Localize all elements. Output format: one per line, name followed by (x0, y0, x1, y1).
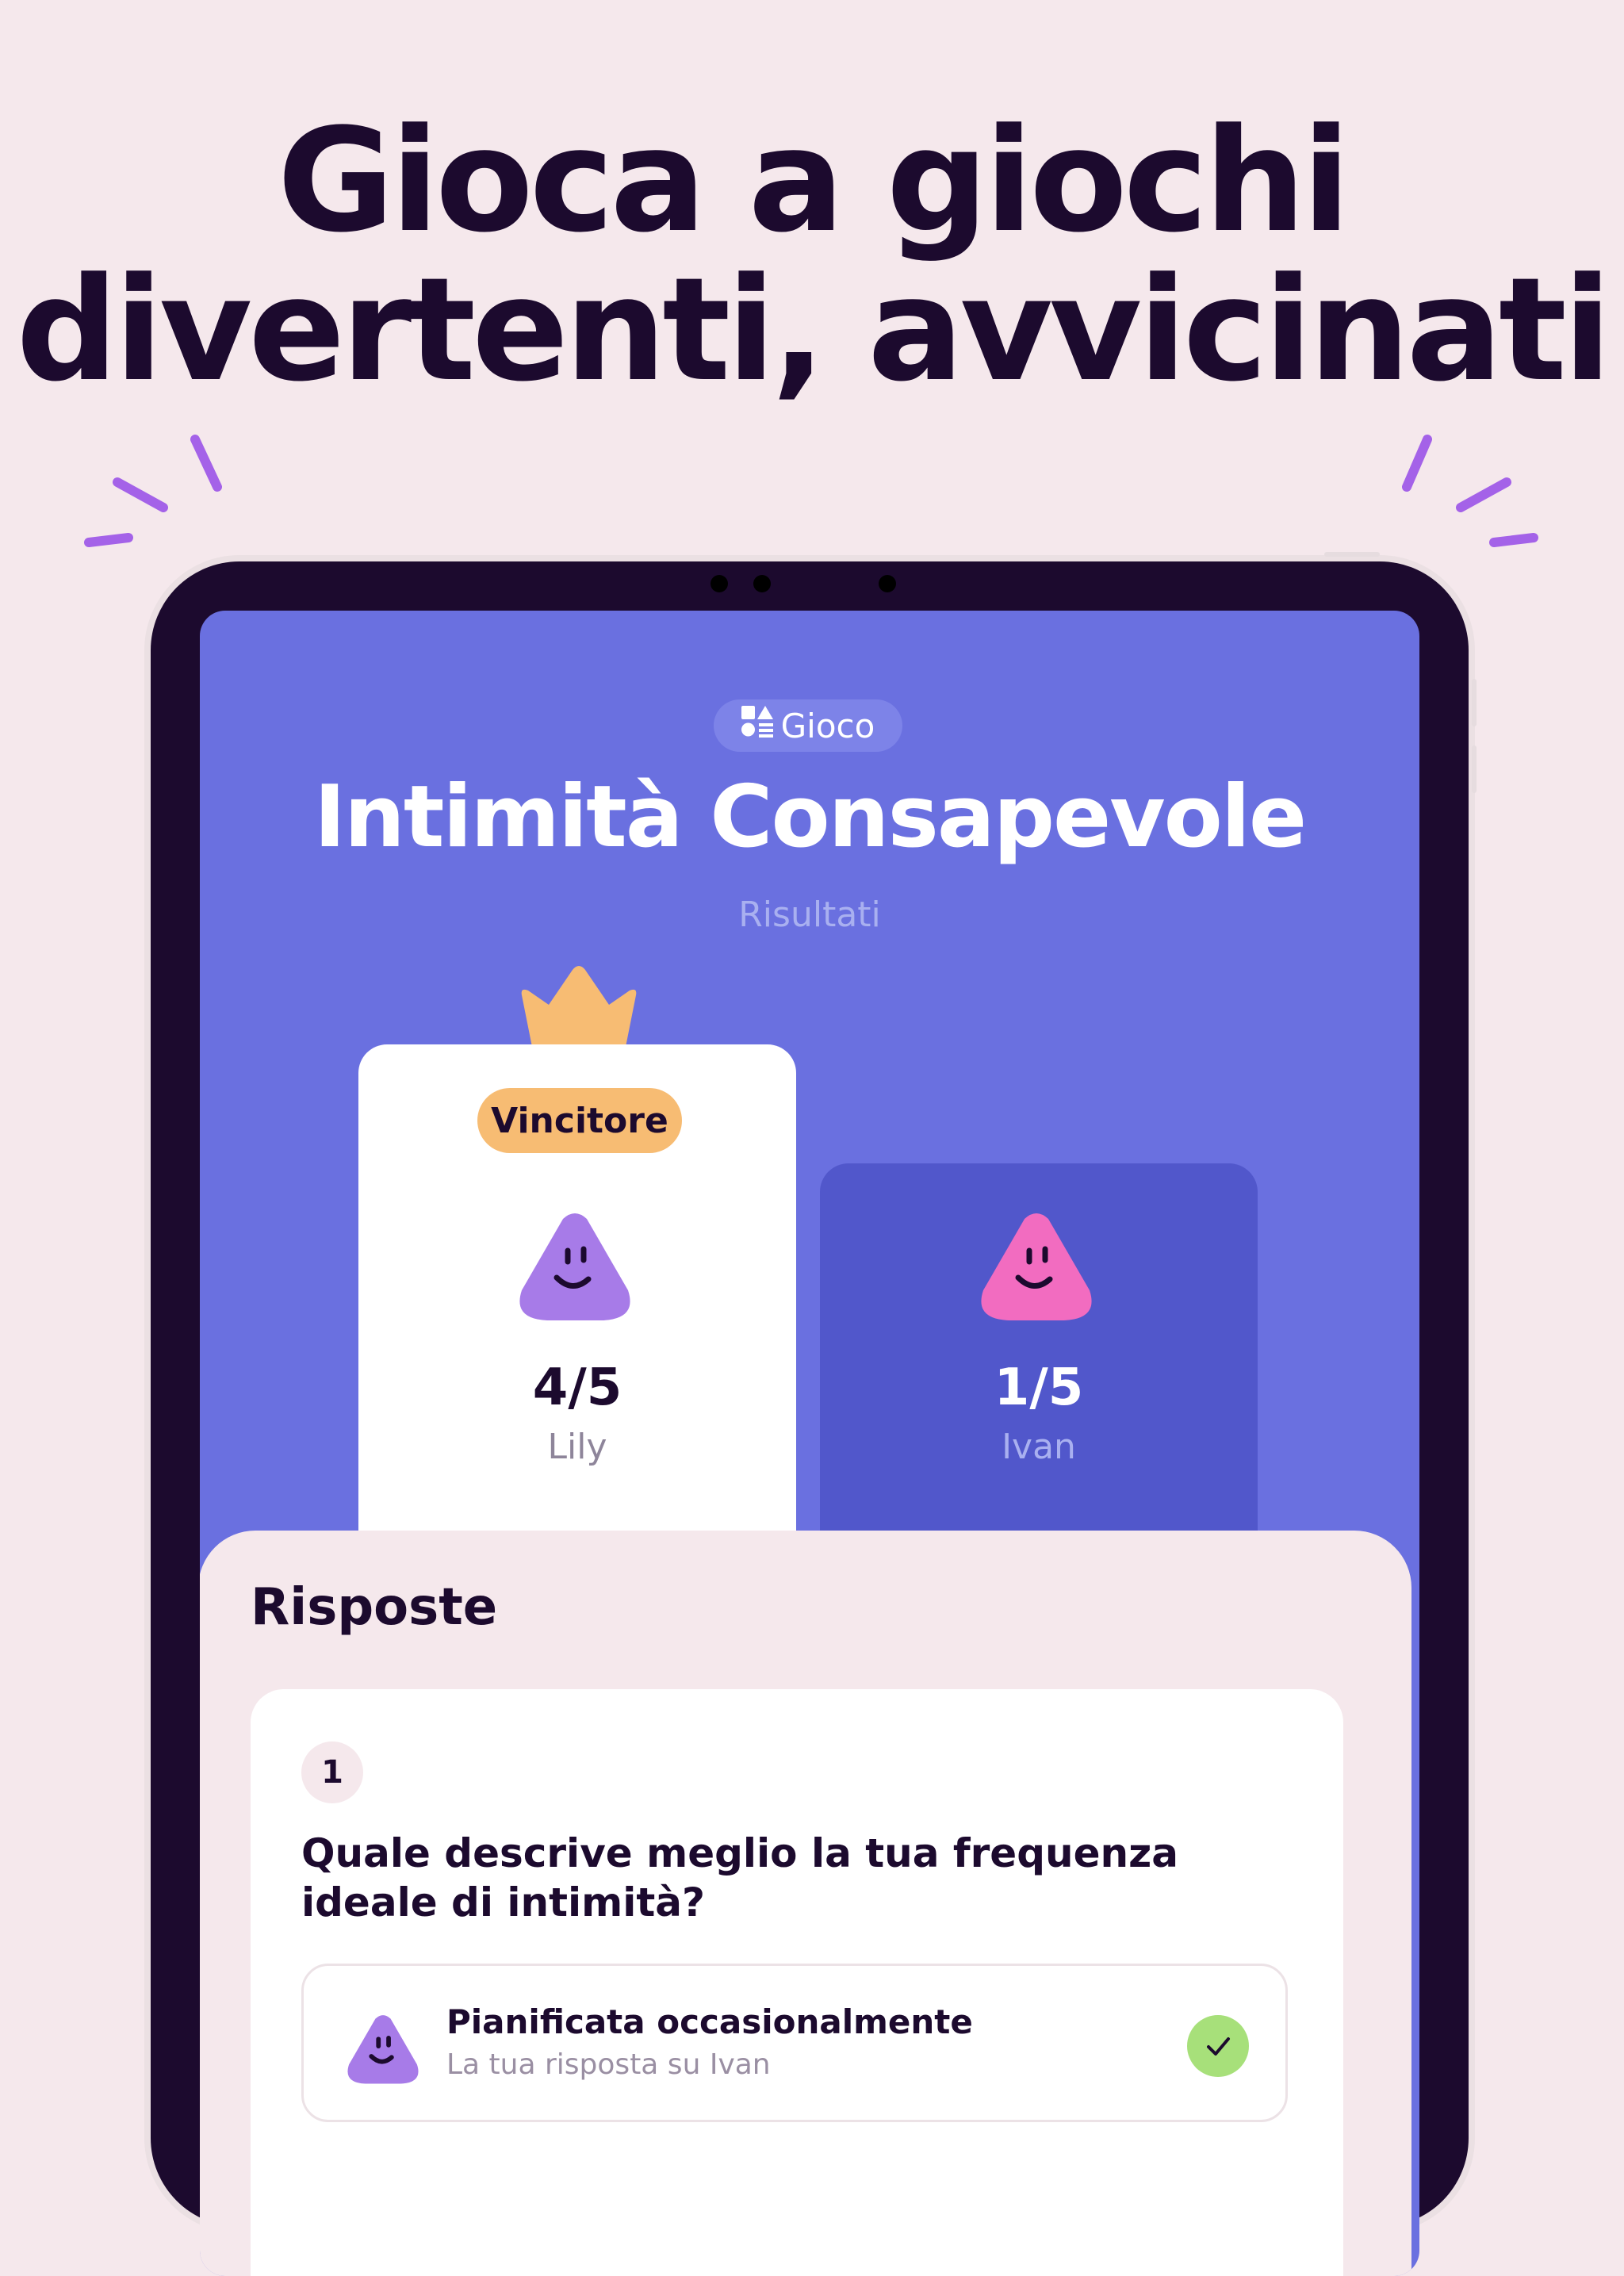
other-name: Ivan (1002, 1427, 1076, 1467)
answers-sheet[interactable]: Risposte 1 Quale descrive meglio la tua … (200, 1531, 1411, 2276)
sparkle-lines-right (1402, 435, 1538, 547)
winner-card: Vincitore 4/5 Lily (358, 1044, 796, 1615)
headline-line-1: Gioca a giochi (277, 98, 1351, 264)
check-icon (1187, 2015, 1249, 2077)
purple-smiley-avatar (519, 1213, 630, 1320)
winner-name: Lily (547, 1427, 607, 1467)
answer-title: Pianificata occasionalmente (446, 2002, 973, 2041)
game-title: Intimità Consapevole (313, 768, 1307, 867)
camera-dot-1 (710, 575, 728, 592)
headline-line-2: divertenti, avvicinati (16, 247, 1611, 413)
tablet-volume-down (1472, 745, 1477, 793)
game-chip: Gioco (714, 699, 902, 752)
tablet-volume-up (1472, 679, 1477, 726)
sparkle-lines-left (84, 435, 222, 547)
pink-smiley-avatar (981, 1213, 1092, 1320)
camera-dot-2 (753, 575, 771, 592)
winner-score: 4/5 (532, 1358, 622, 1417)
question-text: Quale descrive meglio la tua frequenza i… (301, 1830, 1178, 1925)
game-shapes-icon (741, 706, 773, 745)
answer-row[interactable]: Pianificata occasionalmente La tua rispo… (301, 1964, 1288, 2122)
results-subtitle: Risultati (738, 895, 881, 935)
answers-title: Risposte (251, 1578, 498, 1637)
answer-subtitle: La tua risposta su Ivan (446, 2048, 771, 2081)
purple-smiley-avatar (347, 2015, 419, 2084)
question-number: 1 (301, 1741, 363, 1803)
game-chip-label: Gioco (780, 706, 875, 745)
crown-icon (521, 966, 637, 1051)
winner-badge: Vincitore (477, 1088, 682, 1153)
question-card[interactable]: 1 Quale descrive meglio la tua frequenza… (251, 1689, 1343, 2276)
headline: Gioca a giochi divertenti, avvicinati (0, 107, 1624, 405)
tablet-top-button (1324, 552, 1380, 557)
other-score: 1/5 (994, 1358, 1084, 1417)
tablet-frame: Gioco Intimità Consapevole Risultati Vin… (151, 552, 1477, 2276)
camera-dot-3 (879, 575, 896, 592)
app-screen: Gioco Intimità Consapevole Risultati Vin… (200, 611, 1419, 2276)
